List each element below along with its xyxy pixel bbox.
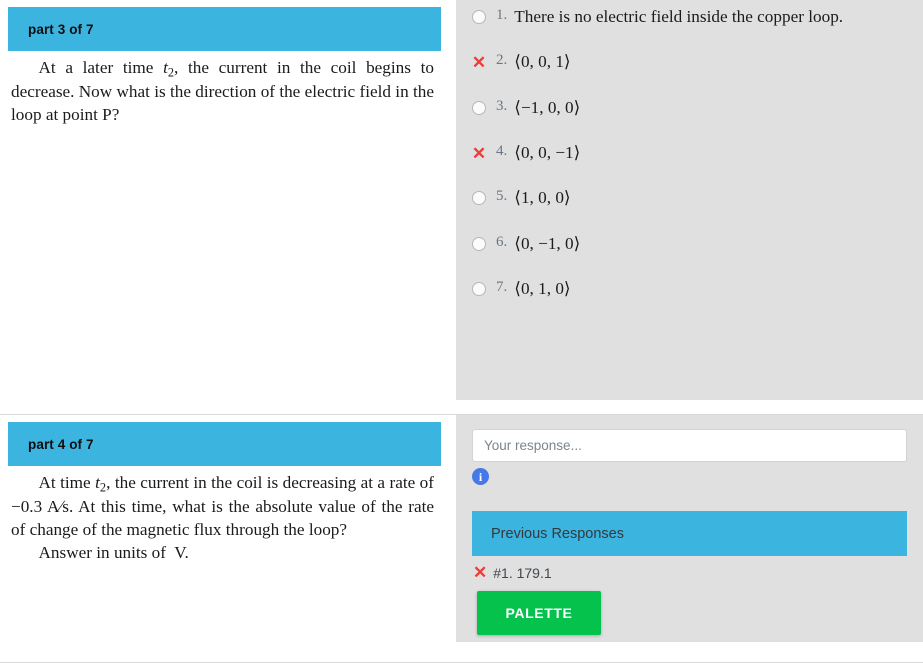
previous-responses-header[interactable]: Previous Responses: [472, 511, 907, 556]
stem-units-note: Answer in units of V.: [38, 542, 189, 562]
choice-option-5[interactable]: 5. ⟨1, 0, 0⟩: [456, 187, 923, 209]
stem-paragraph: At a later time t2, the current in the c…: [11, 58, 434, 124]
answer-panel-part-4: i Previous Responses ✕ #1. 179.1 PALETTE: [456, 415, 923, 642]
radio-unselected-icon[interactable]: [468, 189, 490, 207]
choice-option-3[interactable]: 3. ⟨−1, 0, 0⟩: [456, 97, 923, 119]
question-stem-part-3: At a later time t2, the current in the c…: [0, 51, 456, 127]
info-icon[interactable]: i: [472, 468, 489, 485]
part-header-part-3: part 3 of 7: [8, 7, 441, 51]
choices-panel-part-3: 1. There is no electric field inside the…: [456, 0, 923, 400]
radio-unselected-icon[interactable]: [468, 99, 490, 117]
previous-response-item: ✕ #1. 179.1: [472, 564, 907, 581]
radio-unselected-icon[interactable]: [468, 280, 490, 298]
choice-option-2[interactable]: ✕ 2. ⟨0, 0, 1⟩: [456, 51, 923, 73]
question-stem-part-4: At time t2, the current in the coil is d…: [0, 466, 456, 565]
choice-label: ⟨0, 1, 0⟩: [514, 279, 571, 299]
choice-number: 6.: [496, 233, 508, 250]
choice-number: 2.: [496, 52, 508, 69]
choice-number: 5.: [496, 188, 508, 205]
part-header-part-4: part 4 of 7: [8, 422, 441, 466]
choice-label: ⟨0, 0, 1⟩: [514, 52, 571, 72]
part-header-label: part 4 of 7: [28, 436, 94, 452]
answer-area: i Previous Responses ✕ #1. 179.1 PALETTE: [456, 415, 923, 651]
palette-button[interactable]: PALETTE: [477, 591, 601, 635]
choice-option-7[interactable]: 7. ⟨0, 1, 0⟩: [456, 278, 923, 300]
x-mark-icon: ✕: [473, 563, 488, 582]
stem-paragraph: At time t2, the current in the coil is d…: [11, 473, 434, 539]
radio-unselected-icon[interactable]: [468, 8, 490, 26]
choice-label: There is no electric field inside the co…: [514, 7, 844, 26]
x-mark-icon: ✕: [471, 143, 487, 163]
choice-label: ⟨0, −1, 0⟩: [514, 233, 581, 253]
choice-label: ⟨1, 0, 0⟩: [514, 188, 571, 208]
response-input[interactable]: [472, 429, 907, 462]
part-header-label: part 3 of 7: [28, 21, 94, 37]
choice-number: 3.: [496, 97, 508, 114]
choice-list: 1. There is no electric field inside the…: [456, 0, 923, 323]
question-block-part-4: part 4 of 7 At time t2, the current in t…: [0, 415, 923, 670]
choice-number: 7.: [496, 279, 508, 296]
section-divider: [0, 662, 923, 663]
info-icon-glyph: i: [478, 469, 483, 484]
choice-number: 4.: [496, 143, 508, 160]
x-mark-icon: ✕: [471, 52, 487, 72]
choice-label: ⟨0, 0, −1⟩: [514, 143, 581, 163]
previous-response-text: #1. 179.1: [493, 564, 552, 581]
question-stem-column-part-4: part 4 of 7 At time t2, the current in t…: [0, 415, 456, 655]
choice-number: 1.: [496, 7, 508, 23]
choice-option-4[interactable]: ✕ 4. ⟨0, 0, −1⟩: [456, 142, 923, 164]
question-stem-column-part-3: part 3 of 7 At a later time t2, the curr…: [0, 0, 456, 400]
choice-label: ⟨−1, 0, 0⟩: [514, 97, 581, 117]
radio-unselected-icon[interactable]: [468, 235, 490, 253]
choice-option-1[interactable]: 1. There is no electric field inside the…: [456, 6, 923, 28]
previous-responses-title: Previous Responses: [491, 525, 624, 542]
question-block-part-3: part 3 of 7 At a later time t2, the curr…: [0, 0, 923, 415]
choice-option-6[interactable]: 6. ⟨0, −1, 0⟩: [456, 233, 923, 255]
